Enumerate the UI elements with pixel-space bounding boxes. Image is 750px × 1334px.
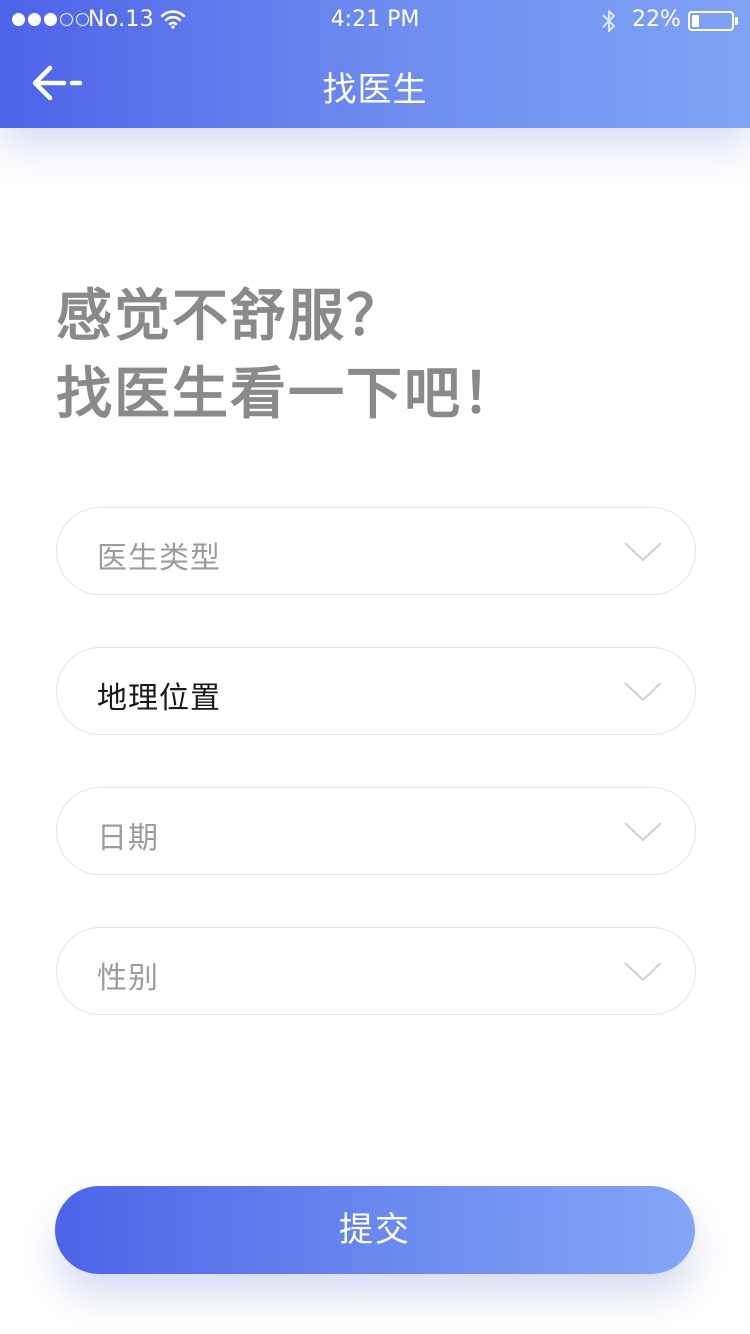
chevron-down-icon (623, 820, 663, 848)
gender-label: 性别 (97, 961, 159, 996)
bluetooth-icon (600, 8, 618, 40)
chevron-down-icon (623, 540, 663, 568)
doctor-type-label: 医生类型 (97, 541, 221, 576)
headline-line-1: 感觉不舒服？ (56, 284, 404, 349)
gender-select[interactable]: 性别 (56, 927, 696, 1015)
location-select[interactable]: 地理位置 (56, 647, 696, 735)
app-header: No.13 4:21 PM 22% 找医生 (0, 0, 750, 128)
battery-percent: 22% (632, 7, 681, 32)
status-bar: No.13 4:21 PM 22% (0, 0, 750, 40)
doctor-type-select[interactable]: 医生类型 (56, 507, 696, 595)
headline: 感觉不舒服？ 找医生看一下吧！ (56, 278, 696, 434)
date-label: 日期 (97, 821, 159, 856)
page-title: 找医生 (322, 70, 428, 110)
location-label: 地理位置 (97, 681, 221, 716)
headline-line-2: 找医生看一下吧！ (56, 362, 520, 427)
submit-button[interactable]: 提交 (55, 1186, 695, 1274)
date-select[interactable]: 日期 (56, 787, 696, 875)
battery-tip (735, 17, 738, 25)
chevron-down-icon (623, 960, 663, 988)
battery-icon (688, 11, 734, 31)
chevron-down-icon (623, 680, 663, 708)
